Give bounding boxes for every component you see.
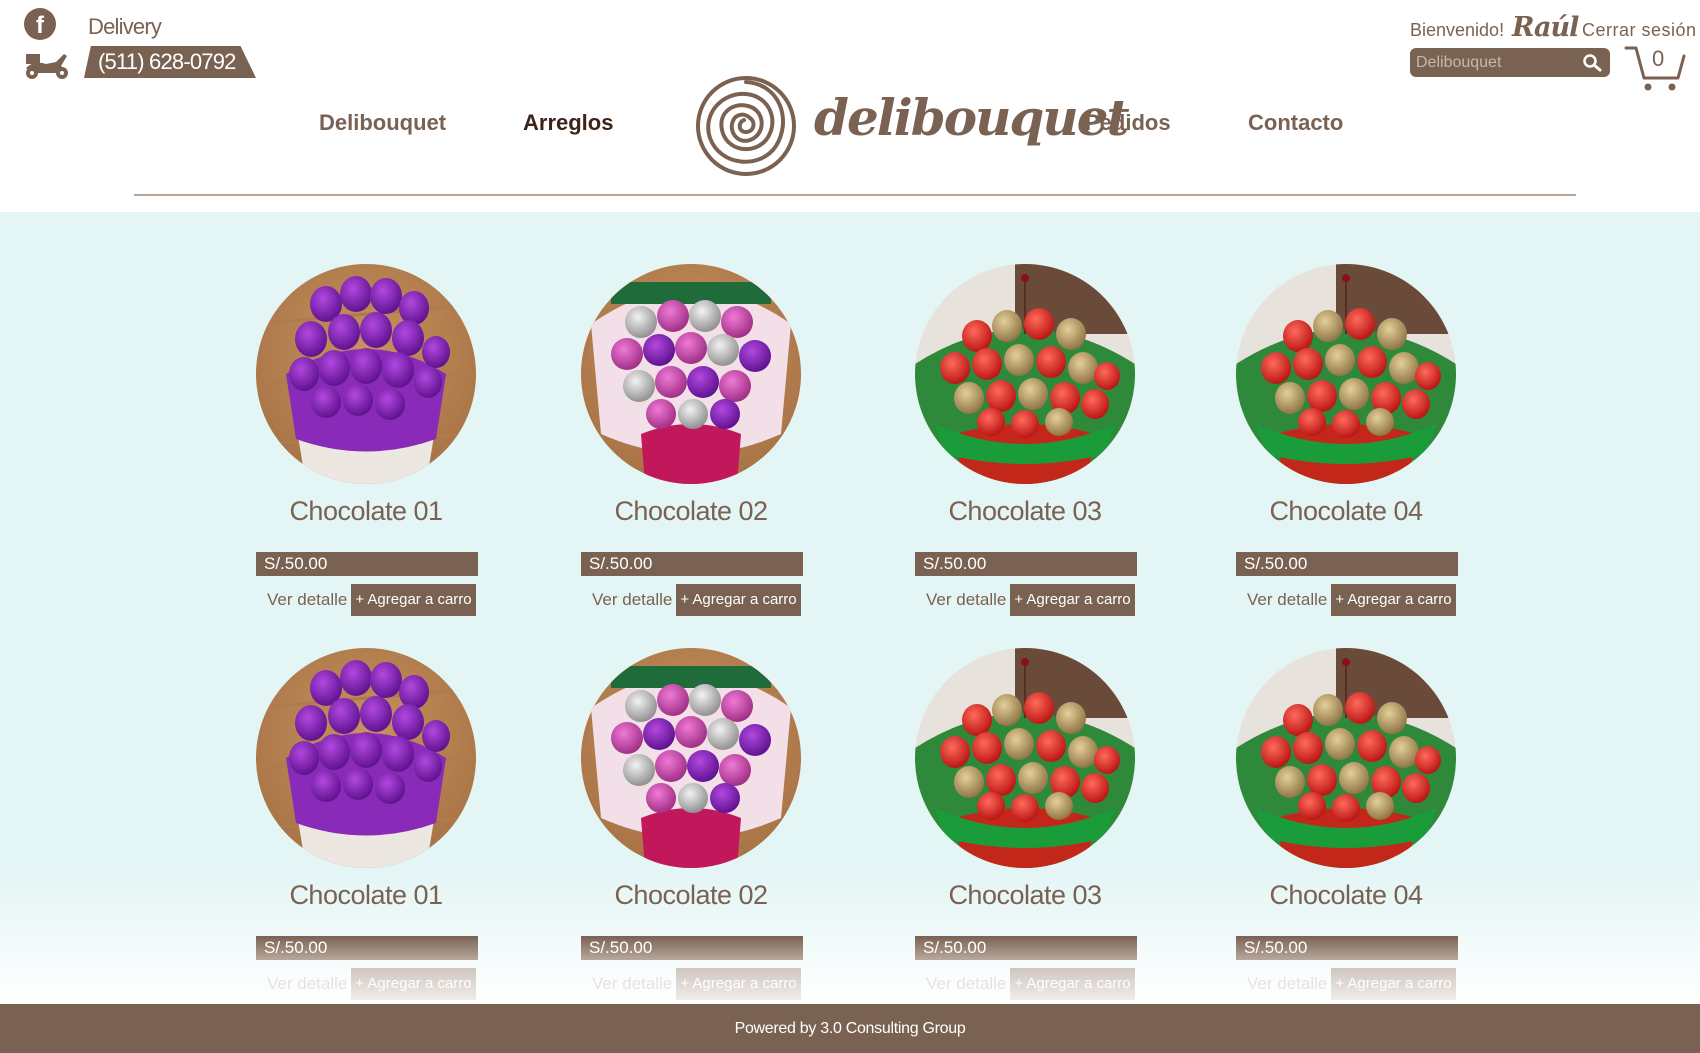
- header-divider: [134, 194, 1576, 196]
- product-price: S/.50.00: [915, 936, 1137, 960]
- product-name: Chocolate 01: [289, 496, 443, 526]
- add-to-cart-button[interactable]: + Agregar a carro: [1331, 968, 1456, 1000]
- product-name: Chocolate 01: [289, 880, 443, 910]
- red-gold-bouquet-image: [915, 648, 1135, 868]
- product-image[interactable]: [581, 264, 801, 484]
- facebook-icon[interactable]: f: [24, 8, 56, 40]
- view-detail-link[interactable]: Ver detalle: [1247, 968, 1327, 1000]
- product-card: Chocolate 02 S/.50.00 Ver detalle + Agre…: [581, 648, 803, 1000]
- product-section: Chocolate 01 S/.50.00 Ver detalle + Agre…: [0, 212, 1700, 1004]
- user-name: Raúl: [1512, 12, 1579, 43]
- pink-bouquet-image: [581, 648, 801, 868]
- product-price: S/.50.00: [915, 552, 1137, 576]
- product-card: Chocolate 04 S/.50.00 Ver detalle + Agre…: [1236, 648, 1458, 1000]
- phone-number[interactable]: (511) 628-0792: [84, 46, 256, 78]
- cart-count: 0: [1652, 46, 1665, 71]
- product-image[interactable]: [581, 648, 801, 868]
- purple-bouquet-image: [256, 264, 476, 484]
- product-card: Chocolate 03 S/.50.00 Ver detalle + Agre…: [915, 648, 1137, 1000]
- product-image[interactable]: [256, 648, 476, 868]
- nav-pedidos[interactable]: Pedidos: [1085, 110, 1171, 136]
- view-detail-link[interactable]: Ver detalle: [1247, 584, 1327, 616]
- pink-bouquet-image: [581, 264, 801, 484]
- purple-bouquet-image: [256, 648, 476, 868]
- product-image[interactable]: [915, 648, 1135, 868]
- product-name: Chocolate 04: [1269, 496, 1423, 526]
- add-to-cart-button[interactable]: + Agregar a carro: [351, 584, 476, 616]
- view-detail-link[interactable]: Ver detalle: [926, 968, 1006, 1000]
- product-price: S/.50.00: [256, 552, 478, 576]
- product-name: Chocolate 04: [1269, 880, 1423, 910]
- delivery-label: Delivery: [88, 14, 162, 39]
- add-to-cart-button[interactable]: + Agregar a carro: [1010, 968, 1135, 1000]
- product-price: S/.50.00: [581, 552, 803, 576]
- site-logo[interactable]: delibouquet: [694, 74, 1130, 178]
- product-image[interactable]: [1236, 264, 1456, 484]
- search-icon[interactable]: [1582, 53, 1602, 73]
- red-gold-bouquet-image: [1236, 264, 1456, 484]
- product-card: Chocolate 02 S/.50.00 Ver detalle + Agre…: [581, 264, 803, 616]
- nav-contacto[interactable]: Contacto: [1248, 110, 1343, 136]
- view-detail-link[interactable]: Ver detalle: [592, 584, 672, 616]
- nav-delibouquet[interactable]: Delibouquet: [319, 110, 446, 136]
- product-card: Chocolate 04 S/.50.00 Ver detalle + Agre…: [1236, 264, 1458, 616]
- product-name: Chocolate 03: [948, 880, 1102, 910]
- view-detail-link[interactable]: Ver detalle: [926, 584, 1006, 616]
- scooter-icon: [26, 54, 68, 79]
- welcome-text: Bienvenido!: [1410, 20, 1505, 40]
- product-name: Chocolate 02: [614, 880, 768, 910]
- product-name: Chocolate 03: [948, 496, 1102, 526]
- add-to-cart-button[interactable]: + Agregar a carro: [676, 584, 801, 616]
- nav-arreglos[interactable]: Arreglos: [523, 110, 613, 136]
- product-price: S/.50.00: [581, 936, 803, 960]
- product-price: S/.50.00: [1236, 552, 1458, 576]
- product-card: Chocolate 01 S/.50.00 Ver detalle + Agre…: [256, 264, 478, 616]
- product-image[interactable]: [915, 264, 1135, 484]
- product-image[interactable]: [256, 264, 476, 484]
- add-to-cart-button[interactable]: + Agregar a carro: [676, 968, 801, 1000]
- product-name: Chocolate 02: [614, 496, 768, 526]
- red-gold-bouquet-image: [1236, 648, 1456, 868]
- red-gold-bouquet-image: [915, 264, 1135, 484]
- product-image[interactable]: [1236, 648, 1456, 868]
- footer-credit: Powered by 3.0 Consulting Group: [734, 1020, 966, 1037]
- product-card: Chocolate 03 S/.50.00 Ver detalle + Agre…: [915, 264, 1137, 616]
- logo-wordmark: delibouquet: [814, 88, 1130, 147]
- rose-logo-icon: [696, 76, 796, 176]
- add-to-cart-button[interactable]: + Agregar a carro: [1331, 584, 1456, 616]
- view-detail-link[interactable]: Ver detalle: [267, 968, 347, 1000]
- view-detail-link[interactable]: Ver detalle: [592, 968, 672, 1000]
- add-to-cart-button[interactable]: + Agregar a carro: [1010, 584, 1135, 616]
- add-to-cart-button[interactable]: + Agregar a carro: [351, 968, 476, 1000]
- product-card: Chocolate 01 S/.50.00 Ver detalle + Agre…: [256, 648, 478, 1000]
- product-price: S/.50.00: [256, 936, 478, 960]
- search-box: [1410, 48, 1610, 77]
- logout-link[interactable]: Cerrar sesión: [1582, 20, 1697, 41]
- site-header: f Delivery (511) 628-0792 Delibouquet Ar…: [0, 0, 1700, 212]
- search-input[interactable]: [1416, 51, 1576, 74]
- site-footer: Powered by 3.0 Consulting Group: [0, 1004, 1700, 1053]
- product-price: S/.50.00: [1236, 936, 1458, 960]
- view-detail-link[interactable]: Ver detalle: [267, 584, 347, 616]
